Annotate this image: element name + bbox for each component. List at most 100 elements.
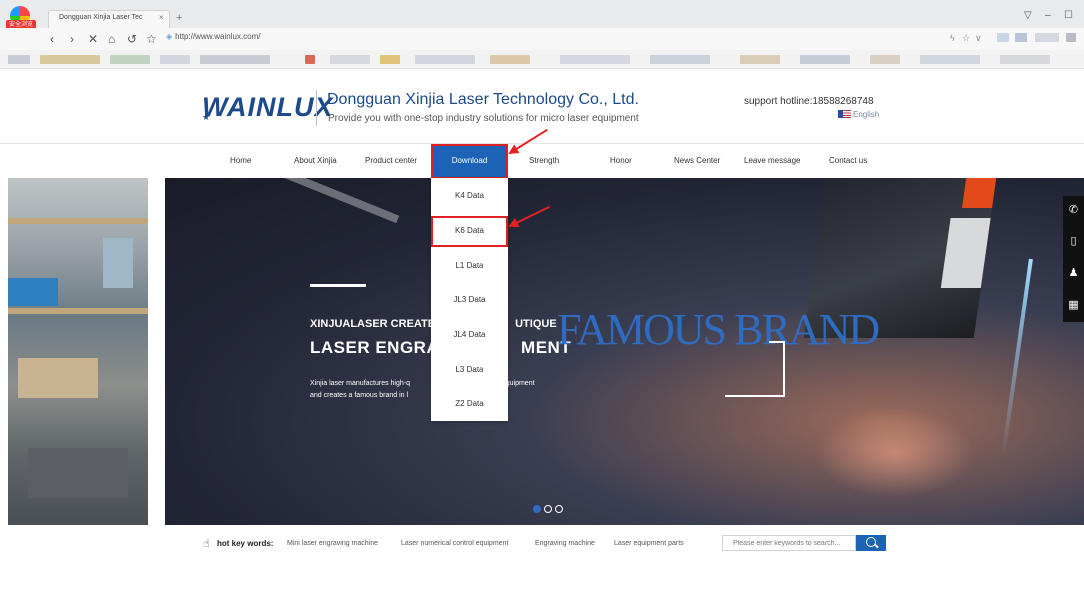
photo-box [103,238,133,288]
nav-strength[interactable]: Strength [529,156,559,165]
hot-keyword-link[interactable]: Mini laser engraving machine [287,540,378,547]
extension-icon[interactable] [1035,33,1059,42]
search-button[interactable] [856,535,886,551]
hero-banner[interactable]: XINJUALASER CREATE UTIQUE LASER ENGRAVI ME… [165,178,1084,525]
photo-box [18,358,98,398]
bookmark-item[interactable] [870,55,900,64]
photo-shelf [8,218,148,224]
bolt-icon[interactable]: ϟ [950,33,955,43]
extension-icon[interactable] [997,33,1009,42]
browser-address-bar: ‹ › ✕ ⌂ ↺ ☆ ◈ http://www.wainlux.com/ ϟ ☆… [0,28,1084,51]
slide-dot-active[interactable] [533,505,541,513]
floating-contact-bar: ✆ ▯ ♟ ▦ [1063,196,1084,322]
logo-star-icon: ★ [202,112,211,122]
hand-pointer-icon: ☝ [203,538,210,550]
bookmark-item[interactable] [1000,55,1050,64]
annotation-highlight-box [431,144,508,179]
banner-brand-text: FAMOUS BRAND [557,305,880,354]
bookmark-item[interactable] [650,55,710,64]
bookmark-item[interactable] [200,55,270,64]
banner-accent-line [310,284,366,287]
hot-keywords-label: hot key words: [217,539,274,548]
nav-about[interactable]: About Xinjia [294,156,337,165]
nav-divider [0,143,1084,144]
extension-icon[interactable] [1066,33,1076,42]
minimize-button[interactable]: – [1045,10,1051,21]
bookmark-item[interactable] [560,55,630,64]
bookmarks-bar [0,50,1084,69]
reload-button[interactable]: ↺ [127,32,137,46]
bookmark-item[interactable] [40,55,100,64]
photo-box [8,278,58,306]
menu-icon[interactable]: ▽ [1024,10,1032,21]
forward-button[interactable]: › [70,32,74,46]
dropdown-item-l1[interactable]: L1 Data [431,261,508,270]
nav-honor[interactable]: Honor [610,156,632,165]
nav-product-center[interactable]: Product center [365,156,417,165]
tab-title: Dongguan Xinjia Laser Tec [59,14,143,21]
home-button[interactable]: ⌂ [108,32,115,46]
hot-keyword-link[interactable]: Engraving machine [535,540,595,547]
banner-desc-line2: and creates a famous brand in l [310,392,409,399]
new-tab-button[interactable]: + [176,12,182,24]
nav-contact-us[interactable]: Contact us [829,156,867,165]
bookmark-item[interactable] [740,55,780,64]
banner-title1-text: XINJUALASER CREATE [310,318,436,330]
download-dropdown-menu: K4 Data K6 Data L1 Data JL3 Data JL4 Dat… [431,178,508,421]
support-hotline: support hotline:18588268748 [744,96,874,107]
photo-shelf [8,308,148,314]
banner-title1-tail: UTIQUE [515,318,557,330]
back-button[interactable]: ‹ [50,32,54,46]
logo-text: WAINLUX [202,92,334,122]
hot-keyword-link[interactable]: Laser equipment parts [614,540,684,547]
banner-bracket [783,341,785,396]
dropdown-item-l3[interactable]: L3 Data [431,365,508,374]
language-label: English [853,110,880,119]
url-field[interactable]: ◈ http://www.wainlux.com/ [166,32,261,41]
browser-tabbar: 安全浏览 Dongguan Xinjia Laser Tec × + ▽ – ☐ [0,0,1084,30]
annotation-arrow [509,128,548,154]
qq-icon[interactable]: ♟ [1063,263,1084,284]
mobile-icon[interactable]: ▯ [1063,231,1084,252]
banner-glow [815,408,975,498]
nav-news-center[interactable]: News Center [674,156,720,165]
bookmark-item[interactable] [305,55,315,64]
hot-keyword-link[interactable]: Laser numerical control equipment [401,540,508,547]
site-search-input[interactable] [722,535,856,551]
slide-dot[interactable] [544,505,552,513]
slide-dot[interactable] [555,505,563,513]
dropdown-item-jl3[interactable]: JL3 Data [431,295,508,304]
bookmark-item[interactable] [8,55,30,64]
device-cap [962,178,997,208]
chevron-down-icon[interactable]: ∨ [975,33,982,44]
bookmark-item[interactable] [490,55,530,64]
bookmark-item[interactable] [330,55,370,64]
language-switch[interactable]: English [838,110,879,119]
company-name: Dongguan Xinjia Laser Technology Co., Lt… [327,91,639,108]
bookmark-item[interactable] [110,55,150,64]
qrcode-icon[interactable]: ▦ [1063,295,1084,316]
bookmark-item[interactable] [160,55,190,64]
dropdown-item-k4[interactable]: K4 Data [431,191,508,200]
dropdown-item-z2[interactable]: Z2 Data [431,399,508,408]
banner-bracket [725,395,785,397]
extension-icon[interactable] [1015,33,1027,42]
bookmark-item[interactable] [920,55,980,64]
maximize-button[interactable]: ☐ [1064,10,1073,21]
nav-leave-message[interactable]: Leave message [744,156,800,165]
stop-button[interactable]: ✕ [88,32,98,46]
browser-logo-icon[interactable]: 安全浏览 [6,6,36,30]
phone-icon[interactable]: ✆ [1063,200,1084,221]
banner-stripe [210,178,400,224]
browser-tab[interactable]: Dongguan Xinjia Laser Tec × [48,10,170,29]
site-logo[interactable]: WAINLUX ★ [202,90,333,126]
nav-home[interactable]: Home [230,156,251,165]
bookmark-item[interactable] [380,55,400,64]
favorite-button[interactable]: ☆ [146,32,157,46]
dropdown-item-jl4[interactable]: JL4 Data [431,330,508,339]
bookmark-item[interactable] [415,55,475,64]
banner-desc-line1: Xinjia laser manufactures high-q [310,380,410,387]
tab-close-icon[interactable]: × [159,13,164,22]
bookmark-item[interactable] [800,55,850,64]
star-icon[interactable]: ☆ [962,33,970,44]
